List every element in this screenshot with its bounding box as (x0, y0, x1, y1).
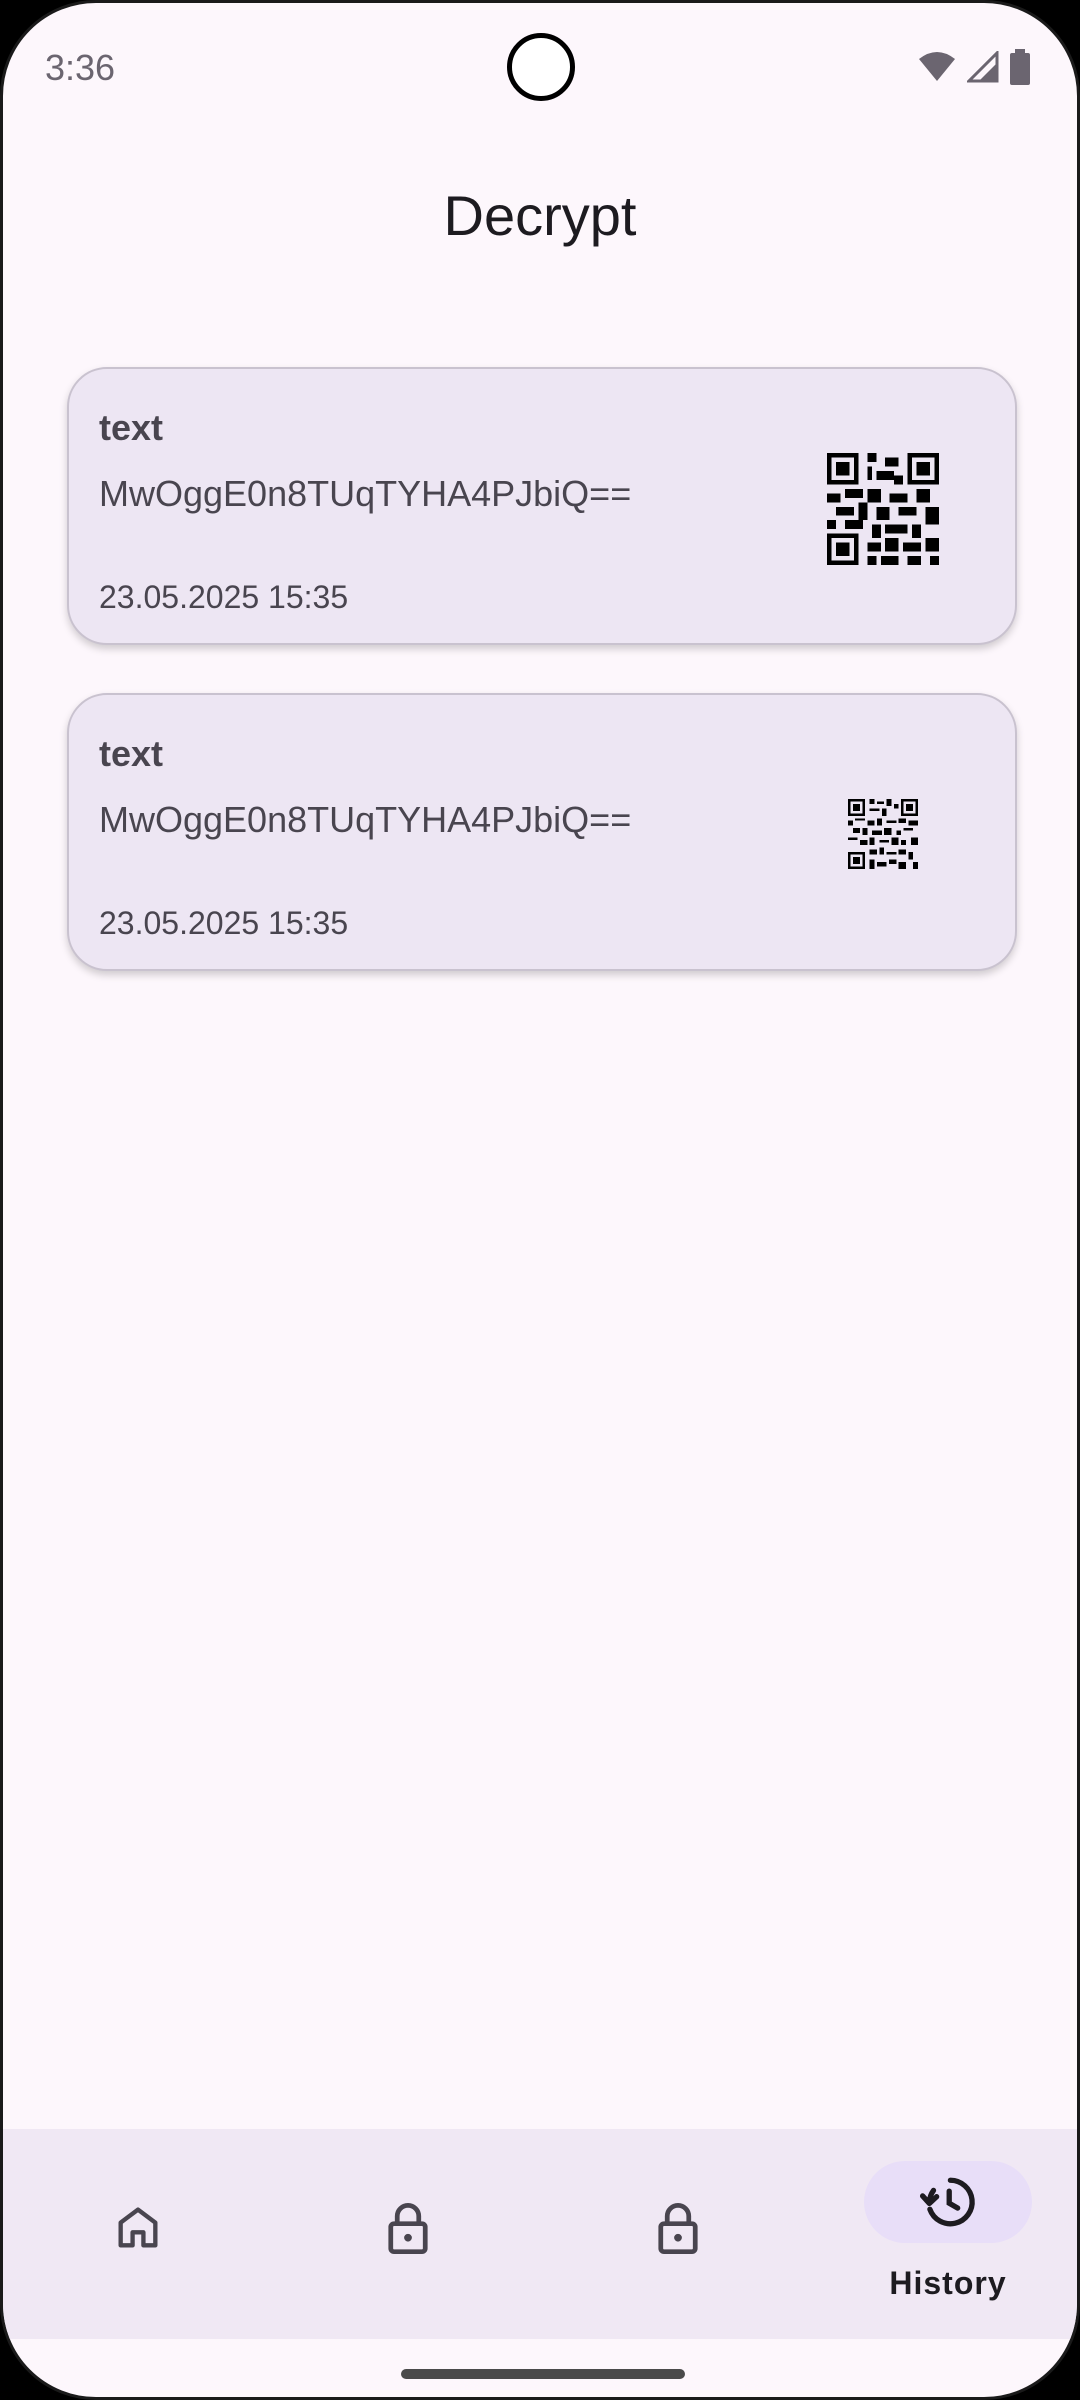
qr-code-icon[interactable] (848, 799, 918, 869)
history-card-type: text (99, 407, 164, 448)
history-card[interactable]: text MwOggE0n8TUqTYHA4PJbiQ== 23.05.2025… (67, 367, 1017, 645)
app-screen: 3:36 Decrypt text MwOggE0n8TUqTYHA4PJbiQ… (0, 0, 1080, 2400)
nav-icon-container (54, 2187, 222, 2269)
home-indicator[interactable] (401, 2369, 685, 2379)
nav-icon-container (324, 2187, 492, 2269)
nav-item-home[interactable] (3, 2129, 273, 2339)
status-icons (917, 49, 1031, 85)
history-card-date: 23.05.2025 15:35 (99, 905, 349, 941)
page-title: Decrypt (443, 184, 637, 247)
history-card-type: text (99, 733, 164, 774)
nav-label-history: History (889, 2265, 1007, 2301)
lock-icon (388, 2203, 428, 2255)
lock-icon (658, 2203, 698, 2255)
nav-item-decrypt[interactable] (543, 2129, 813, 2339)
nav-item-history[interactable]: History (813, 2129, 1077, 2339)
qr-code-icon[interactable] (827, 453, 939, 565)
nav-icon-container (594, 2187, 762, 2269)
nav-active-indicator (864, 2161, 1032, 2243)
history-card[interactable]: text MwOggE0n8TUqTYHA4PJbiQ== 23.05.2025… (67, 693, 1017, 971)
signal-icon (967, 51, 999, 83)
history-card-value: MwOggE0n8TUqTYHA4PJbiQ== (99, 473, 632, 514)
history-card-value: MwOggE0n8TUqTYHA4PJbiQ== (99, 799, 632, 840)
status-time: 3:36 (45, 47, 116, 88)
history-icon (919, 2177, 975, 2227)
nav-item-encrypt[interactable] (273, 2129, 543, 2339)
status-bar: 3:36 (3, 3, 1077, 133)
camera-cutout (507, 33, 575, 101)
wifi-icon (919, 52, 955, 81)
battery-icon (1010, 49, 1030, 85)
home-icon (118, 2207, 158, 2248)
bottom-navigation: History (3, 2129, 1077, 2339)
history-card-date: 23.05.2025 15:35 (99, 579, 349, 615)
